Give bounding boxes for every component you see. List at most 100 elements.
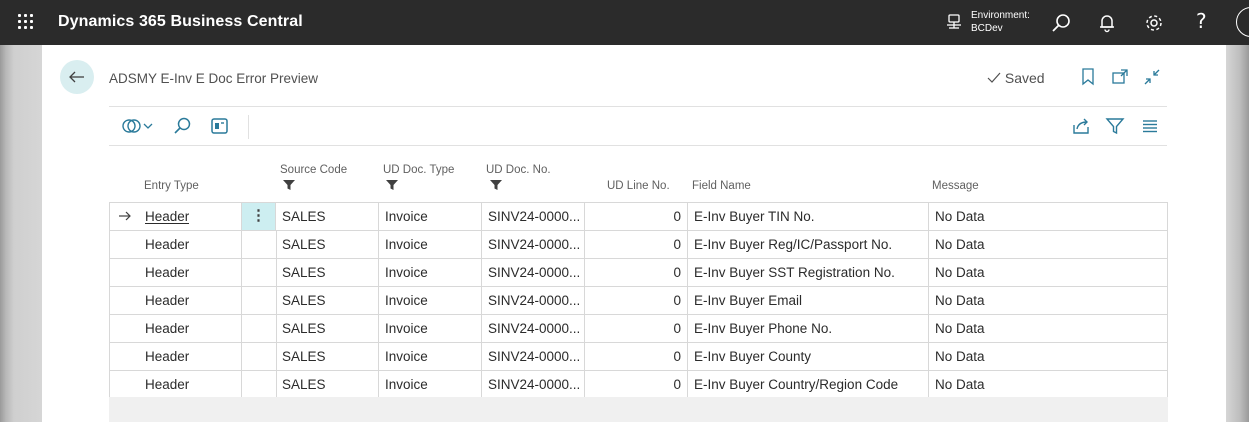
search-icon[interactable] <box>173 116 193 136</box>
cell-ud-doc-no: SINV24-0000... <box>488 377 581 392</box>
cell-divider <box>378 343 379 370</box>
backdrop-left <box>0 45 42 422</box>
column-header-ud-doc-no[interactable]: UD Doc. No. <box>486 164 551 176</box>
table-row[interactable]: Header SALES Invoice SINV24-0000... 0 E-Inv B… <box>110 314 1167 342</box>
cell-divider <box>687 315 688 342</box>
table-row[interactable]: Header SALES Invoice SINV24-0000... 0 E-Inv B… <box>110 230 1167 258</box>
bookmark-icon[interactable] <box>1081 68 1095 86</box>
cell-divider <box>687 371 688 398</box>
table-row[interactable]: Header SALES Invoice SINV24-0000... 0 E-Inv B… <box>110 370 1167 398</box>
cell-divider <box>276 371 277 398</box>
column-header-source-code[interactable]: Source Code <box>280 164 347 176</box>
column-filter-icon <box>283 180 295 190</box>
collapse-icon[interactable] <box>1143 68 1161 86</box>
cell-ud-doc-no: SINV24-0000... <box>488 349 581 364</box>
row-actions-button[interactable]: ⋮ <box>241 203 276 230</box>
cell-divider <box>276 231 277 258</box>
column-header-ud-line-no[interactable]: UD Line No. <box>607 180 670 192</box>
table-row[interactable]: Header SALES Invoice SINV24-0000... 0 E-Inv B… <box>110 342 1167 370</box>
column-header-field-name[interactable]: Field Name <box>692 180 751 192</box>
cell-divider <box>481 315 482 342</box>
actionbar-divider <box>109 145 1167 146</box>
back-button[interactable] <box>60 60 94 94</box>
analyze-icon[interactable] <box>120 116 156 136</box>
column-header-ud-doc-type[interactable]: UD Doc. Type <box>383 164 454 176</box>
cell-message: No Data <box>935 237 985 252</box>
cell-message: No Data <box>935 377 985 392</box>
table-row[interactable]: ⋮ Header SALES Invoice SINV24-0000... 0 E-Inv … <box>110 202 1167 230</box>
cell-message: No Data <box>935 209 985 224</box>
cell-field-name: E-Inv Buyer County <box>694 349 812 364</box>
cell-field-name: E-Inv Buyer TIN No. <box>694 209 815 224</box>
gear-icon[interactable] <box>1143 12 1165 34</box>
cell-divider <box>241 287 242 314</box>
cell-entry-type[interactable]: Header <box>145 203 189 230</box>
help-icon[interactable]: ? <box>1196 9 1218 33</box>
cell-message: No Data <box>935 293 985 308</box>
cell-entry-type[interactable]: Header <box>145 343 189 370</box>
column-header-message[interactable]: Message <box>932 180 979 192</box>
cell-field-name: E-Inv Buyer SST Registration No. <box>694 265 895 280</box>
waffle-icon[interactable] <box>18 14 34 30</box>
cell-ud-line-no: 0 <box>673 293 681 308</box>
cell-divider <box>378 203 379 230</box>
cell-divider <box>378 371 379 398</box>
cell-ud-doc-type: Invoice <box>385 321 428 336</box>
share-icon[interactable] <box>1071 116 1091 136</box>
cell-entry-type[interactable]: Header <box>145 315 189 342</box>
cell-ud-doc-no: SINV24-0000... <box>488 293 581 308</box>
checkmark-icon <box>987 72 1001 83</box>
cell-divider <box>481 231 482 258</box>
app-title[interactable]: Dynamics 365 Business Central <box>58 13 303 31</box>
saved-status: Saved <box>987 70 1045 86</box>
cell-ud-doc-type: Invoice <box>385 237 428 252</box>
cell-divider <box>378 315 379 342</box>
cell-entry-type[interactable]: Header <box>145 371 189 398</box>
cell-ud-doc-type: Invoice <box>385 349 428 364</box>
filter-icon[interactable] <box>1105 116 1125 136</box>
cell-source-code: SALES <box>282 237 326 252</box>
avatar[interactable] <box>1236 7 1249 37</box>
cell-divider <box>241 371 242 398</box>
cell-divider <box>928 343 929 370</box>
cell-ud-doc-type: Invoice <box>385 293 428 308</box>
page-title: ADSMY E-Inv E Doc Error Preview <box>109 71 319 86</box>
cell-source-code: SALES <box>282 209 326 224</box>
cell-ud-line-no: 0 <box>673 265 681 280</box>
environment-icon <box>947 14 961 29</box>
cell-entry-type[interactable]: Header <box>145 231 189 258</box>
cell-divider <box>584 315 585 342</box>
column-header-entry-type[interactable]: Entry Type <box>144 180 199 192</box>
grid-footer <box>109 397 1168 422</box>
table-row[interactable]: Header SALES Invoice SINV24-0000... 0 E-Inv B… <box>110 258 1167 286</box>
table-row[interactable]: Header SALES Invoice SINV24-0000... 0 E-Inv B… <box>110 286 1167 314</box>
cell-divider <box>928 287 929 314</box>
cell-divider <box>584 343 585 370</box>
cell-divider <box>481 203 482 230</box>
cell-divider <box>584 231 585 258</box>
current-row-arrow-icon <box>119 211 131 221</box>
data-grid: ⋮ Header SALES Invoice SINV24-0000... 0 E-Inv … <box>109 202 1168 398</box>
cell-divider <box>584 203 585 230</box>
open-new-window-icon[interactable] <box>1111 68 1129 86</box>
cell-ud-doc-no: SINV24-0000... <box>488 209 581 224</box>
search-icon[interactable] <box>1050 12 1072 34</box>
header-divider <box>109 106 1167 107</box>
cell-divider <box>481 287 482 314</box>
list-view-icon[interactable] <box>1140 116 1160 136</box>
cell-entry-type[interactable]: Header <box>145 287 189 314</box>
cell-message: No Data <box>935 265 985 280</box>
edit-in-excel-icon[interactable] <box>210 116 230 136</box>
bell-icon[interactable] <box>1096 12 1118 34</box>
cell-source-code: SALES <box>282 349 326 364</box>
cell-divider <box>481 371 482 398</box>
cell-divider <box>928 315 929 342</box>
cell-divider <box>687 203 688 230</box>
backdrop-right <box>1226 45 1249 422</box>
cell-entry-type[interactable]: Header <box>145 259 189 286</box>
cell-source-code: SALES <box>282 377 326 392</box>
cell-ud-doc-type: Invoice <box>385 265 428 280</box>
cell-divider <box>241 259 242 286</box>
cell-field-name: E-Inv Buyer Phone No. <box>694 321 833 336</box>
cell-divider <box>584 287 585 314</box>
